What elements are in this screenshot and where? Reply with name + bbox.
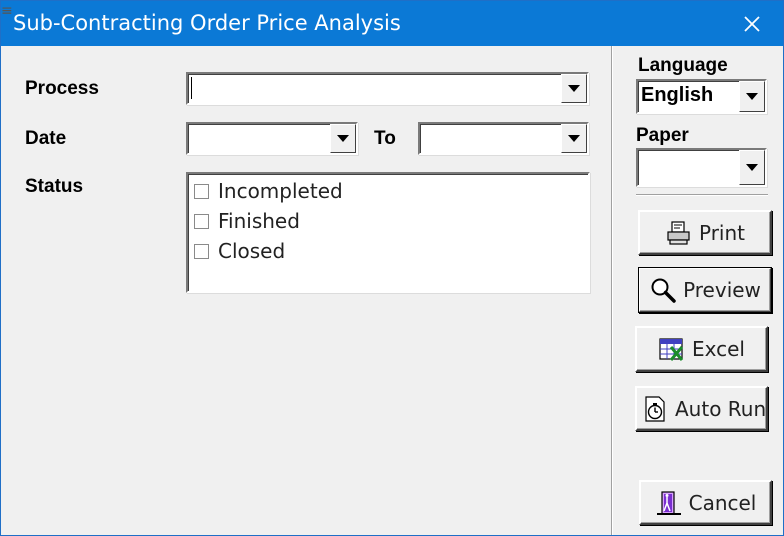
close-icon: [744, 15, 760, 32]
process-combobox[interactable]: [186, 72, 589, 105]
vertical-divider: [611, 46, 612, 535]
close-button[interactable]: [721, 1, 783, 46]
print-button-label: Print: [698, 220, 745, 245]
paper-combobox[interactable]: [636, 148, 767, 187]
date-to-picker[interactable]: [418, 122, 589, 155]
auto-run-button-label: Auto Run: [675, 396, 767, 421]
date-from-picker[interactable]: [186, 122, 358, 155]
preview-button-label: Preview: [683, 278, 761, 302]
chevron-down-icon: [746, 164, 758, 171]
text-caret: [191, 77, 192, 99]
clock-document-icon: [645, 395, 665, 422]
process-label: Process: [25, 78, 99, 99]
chevron-down-icon: [568, 135, 580, 142]
excel-button-label: Excel: [692, 337, 745, 361]
cancel-button[interactable]: Cancel: [639, 480, 772, 525]
cancel-button-label: Cancel: [688, 490, 757, 515]
status-option-label: Closed: [218, 239, 286, 263]
window-title: Sub-Contracting Order Price Analysis: [13, 11, 401, 35]
process-dropdown-button[interactable]: [561, 74, 587, 103]
chevron-down-icon: [568, 85, 580, 92]
language-dropdown-button[interactable]: [739, 81, 765, 112]
chevron-down-icon: [337, 135, 349, 142]
status-option-closed[interactable]: Closed: [194, 238, 285, 264]
status-checklist[interactable]: Incompleted Finished Closed: [186, 172, 590, 293]
status-option-label: Incompleted: [218, 179, 343, 203]
language-value: English: [641, 84, 714, 106]
paper-dropdown-button[interactable]: [739, 150, 765, 185]
status-option-finished[interactable]: Finished: [194, 208, 300, 234]
to-label: To: [374, 128, 396, 149]
background-edge-glyph: ≡: [1, 3, 13, 19]
preview-button[interactable]: Preview: [638, 267, 772, 313]
status-option-label: Finished: [218, 209, 300, 233]
exit-door-icon: [656, 490, 681, 515]
language-combobox[interactable]: English: [636, 79, 767, 114]
spreadsheet-icon: [659, 338, 684, 361]
checkbox[interactable]: [194, 183, 209, 199]
magnifier-icon: [651, 278, 676, 303]
printer-icon: [667, 220, 690, 245]
title-bar[interactable]: Sub-Contracting Order Price Analysis: [1, 1, 783, 46]
status-option-incompleted[interactable]: Incompleted: [194, 178, 343, 204]
date-label: Date: [25, 128, 67, 149]
date-to-dropdown-button[interactable]: [561, 124, 587, 153]
chevron-down-icon: [746, 93, 758, 100]
horizontal-divider: [636, 194, 768, 195]
checkbox[interactable]: [194, 213, 209, 229]
checkbox[interactable]: [194, 243, 209, 259]
auto-run-button[interactable]: Auto Run: [635, 386, 768, 431]
excel-button[interactable]: Excel: [635, 326, 768, 372]
status-label: Status: [25, 176, 84, 197]
dialog-window: Sub-Contracting Order Price Analysis ≡ P…: [0, 0, 784, 536]
paper-label: Paper: [636, 125, 689, 146]
language-label: Language: [638, 55, 728, 76]
print-button[interactable]: Print: [638, 210, 772, 255]
date-from-dropdown-button[interactable]: [330, 124, 356, 153]
